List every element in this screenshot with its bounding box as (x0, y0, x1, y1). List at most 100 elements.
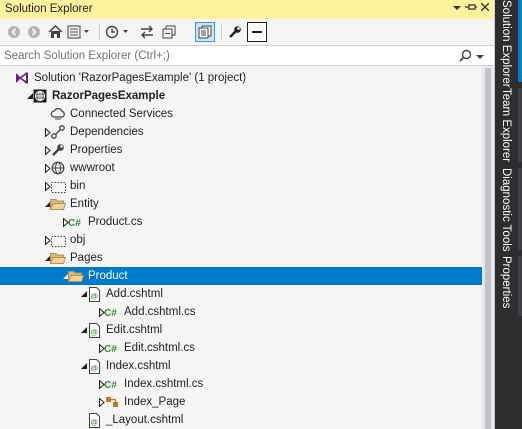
side-tab-indicator (518, 168, 522, 250)
svg-text:@: @ (90, 291, 97, 300)
forward-icon[interactable] (25, 22, 43, 42)
tree-item[interactable]: C# Add.cshtml.cs (0, 303, 482, 321)
side-tab-indicator (518, 0, 522, 82)
side-tab-label: Solution Explorer (500, 0, 512, 88)
home-icon[interactable] (46, 22, 64, 42)
panel-title-bar[interactable]: Solution Explorer (0, 0, 494, 19)
close-icon[interactable] (478, 2, 492, 16)
tree-item[interactable]: @ Add.cshtml (0, 285, 482, 303)
tree-item[interactable]: C# Edit.cshtml.cs (0, 339, 482, 357)
tree-item-label: obj (70, 234, 86, 246)
svg-text:C#: C# (104, 308, 117, 319)
tree-item[interactable]: @ Index.cshtml (0, 357, 482, 375)
toolbar (0, 19, 494, 45)
razor-file-icon: @ (86, 358, 102, 374)
search-options-dropdown-icon[interactable] (476, 51, 484, 63)
svg-text:@: @ (90, 327, 97, 336)
folder-open-icon (68, 268, 84, 284)
pending-changes-filter-icon[interactable] (104, 22, 134, 42)
svg-text:@: @ (90, 363, 97, 372)
side-tab[interactable]: Solution Explorer (495, 0, 522, 88)
collapse-all-icon[interactable] (160, 22, 178, 42)
panel-title: Solution Explorer (5, 3, 93, 15)
hidden-folder-icon (50, 232, 66, 248)
side-tab-indicator (518, 256, 522, 316)
class-icon (104, 394, 120, 410)
tree-item-label: Index_Page (124, 396, 186, 408)
tree-item[interactable]: wwwroot (0, 159, 482, 177)
tree-item-label: Dependencies (70, 126, 144, 138)
svg-text:C#: C# (104, 344, 117, 355)
tree-item-label: Pages (70, 252, 103, 264)
tree-item[interactable]: C# Product.cs (0, 213, 482, 231)
side-tab-label: Properties (500, 256, 512, 309)
preview-selected-icon[interactable] (247, 22, 267, 42)
solution-explorer-panel: Solution Explorer Search Solution Explor… (0, 0, 495, 429)
dropdown-icon[interactable] (450, 2, 464, 16)
switch-views-icon[interactable] (66, 22, 94, 42)
side-tab-strip: Solution Explorer Team Explorer Diagnostic… (495, 0, 522, 429)
tree-item[interactable]: Connected Services (0, 105, 482, 123)
side-tab[interactable]: Properties (495, 256, 522, 316)
tree-item-label: bin (70, 180, 86, 192)
folder-open-icon (50, 250, 66, 266)
tree-item-label: Add.cshtml (106, 288, 163, 300)
csharp-file-icon: C# (104, 304, 120, 320)
show-all-files-icon[interactable] (195, 22, 215, 42)
vertical-scrollbar[interactable] (482, 66, 494, 429)
tree-item[interactable]: RazorPagesExample (0, 87, 482, 105)
tree-item-label: Entity (70, 198, 99, 210)
web-project-icon (32, 88, 48, 104)
back-icon[interactable] (5, 22, 23, 42)
tree-item[interactable]: Properties (0, 141, 482, 159)
tree-item-label: Product (88, 270, 128, 282)
razor-file-icon: @ (86, 286, 102, 302)
tree-item-label: Product.cs (88, 216, 143, 228)
toolbar-separator (221, 24, 222, 40)
csharp-file-icon: C# (104, 376, 120, 392)
sync-icon[interactable] (138, 22, 156, 42)
razor-file-icon: @ (86, 412, 102, 428)
pin-icon[interactable] (464, 2, 478, 16)
tree-item[interactable]: Dependencies (0, 123, 482, 141)
tree-item[interactable]: Pages (0, 249, 482, 267)
tree-item-label: Add.cshtml.cs (124, 306, 196, 318)
folder-open-icon (50, 196, 66, 212)
csharp-file-icon: C# (68, 214, 84, 230)
tree-item[interactable]: bin (0, 177, 482, 195)
tree-item-label: Index.cshtml (106, 360, 171, 372)
razor-file-icon: @ (86, 322, 102, 338)
side-tab[interactable]: Diagnostic Tools (495, 168, 522, 252)
search-box[interactable] (0, 45, 494, 66)
csharp-file-icon: C# (104, 340, 120, 356)
tree-item[interactable]: obj (0, 231, 482, 249)
tree-item-label: Edit.cshtml.cs (124, 342, 195, 354)
side-tab-label: Team Explorer (500, 88, 512, 163)
scrollbar-thumb[interactable] (485, 68, 491, 429)
toolbar-separator (99, 24, 100, 40)
tree-item[interactable]: Entity (0, 195, 482, 213)
svg-text:C#: C# (68, 218, 81, 229)
wrench-icon (50, 142, 66, 158)
tree-item[interactable]: @ _Layout.cshtml (0, 411, 482, 429)
solution-icon (14, 70, 30, 86)
tree-item[interactable]: Product (0, 267, 482, 285)
search-input[interactable] (4, 48, 454, 63)
side-tab[interactable]: Team Explorer (495, 88, 522, 162)
tree-item[interactable]: @ Edit.cshtml (0, 321, 482, 339)
tree-item[interactable]: C# Index.cshtml.cs (0, 375, 482, 393)
tree-item-label: Connected Services (70, 108, 173, 120)
globe-icon (50, 160, 66, 176)
tree-item[interactable]: Solution 'RazorPagesExample' (1 project) (0, 69, 482, 87)
hidden-folder-icon (50, 178, 66, 194)
tree-item-label: RazorPagesExample (52, 90, 166, 102)
svg-text:@: @ (90, 417, 97, 426)
properties-wrench-icon[interactable] (226, 22, 244, 42)
tree-item-label: Properties (70, 144, 123, 156)
connected-services-icon (50, 106, 66, 122)
tree-item-label: _Layout.cshtml (106, 414, 184, 426)
side-tab-indicator (518, 88, 522, 162)
search-icon[interactable] (459, 49, 472, 65)
tree-item[interactable]: Index_Page (0, 393, 482, 411)
tree-item-label: Index.cshtml.cs (124, 378, 204, 390)
